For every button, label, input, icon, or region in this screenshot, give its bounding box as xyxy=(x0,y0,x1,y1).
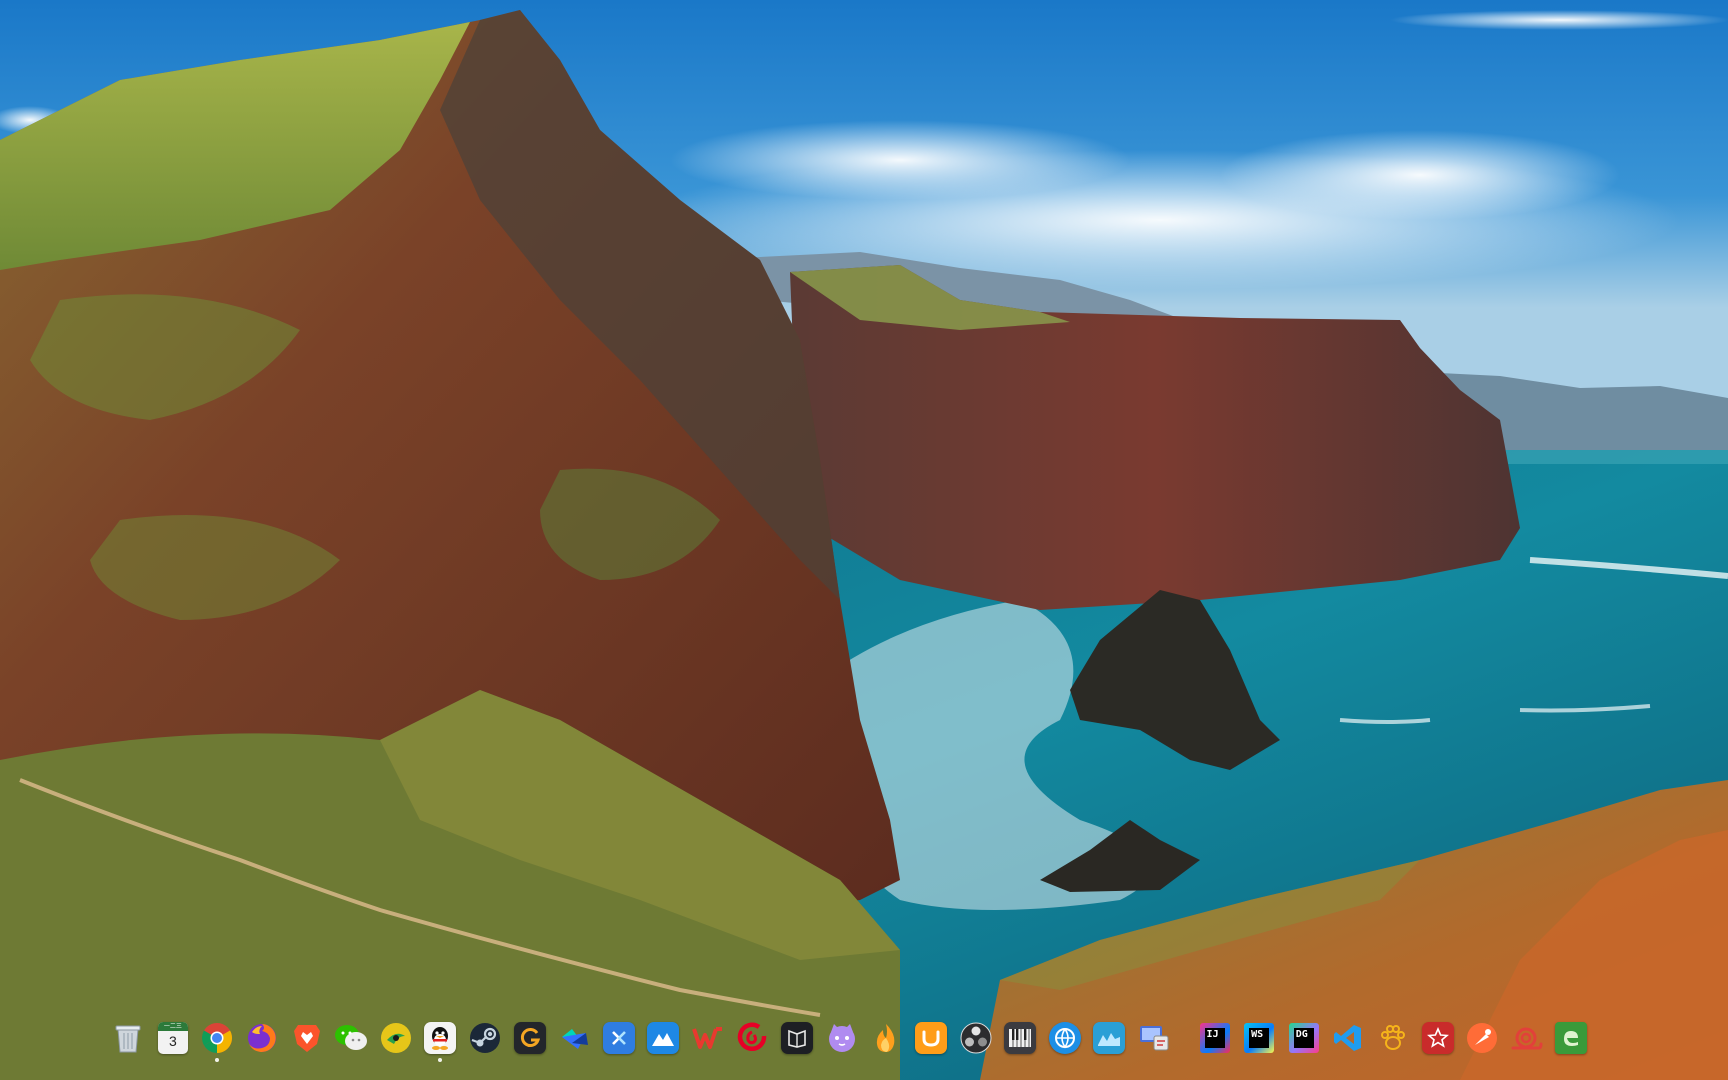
dock-item-netease-music[interactable] xyxy=(730,1016,775,1060)
dock-item-remote-desktop[interactable] xyxy=(597,1016,642,1060)
browser-globe-icon xyxy=(1048,1021,1082,1055)
dock-item-vscode[interactable] xyxy=(1326,1016,1371,1060)
dock-item-brave[interactable] xyxy=(284,1016,329,1060)
postman-icon xyxy=(1465,1021,1499,1055)
dock: 一二三 3 IJ WS DG xyxy=(106,1015,1594,1062)
dock-item-keyboard-piano[interactable] xyxy=(998,1016,1043,1060)
book-reader-icon xyxy=(780,1021,814,1055)
dock-item-book-reader[interactable] xyxy=(775,1016,820,1060)
dock-item-browser-globe[interactable] xyxy=(1042,1016,1087,1060)
cat-app-icon xyxy=(825,1021,859,1055)
orange-app-icon xyxy=(914,1021,948,1055)
wps-office-icon xyxy=(691,1021,725,1055)
dock-item-qq[interactable] xyxy=(418,1016,463,1062)
flame-app-icon xyxy=(869,1021,903,1055)
dock-item-wps-office[interactable] xyxy=(686,1016,731,1060)
dock-item-flame-app[interactable] xyxy=(864,1016,909,1060)
dock-item-steam[interactable] xyxy=(463,1016,508,1060)
calendar-day-label: 3 xyxy=(168,1033,177,1049)
dock-item-calendar[interactable]: 一二三 3 xyxy=(151,1016,196,1060)
vscode-icon xyxy=(1331,1021,1365,1055)
grammarly-icon xyxy=(513,1021,547,1055)
wechat-icon xyxy=(334,1021,368,1055)
paw-app-icon xyxy=(1376,1021,1410,1055)
calendar-month-label: 一二三 xyxy=(157,1022,188,1031)
dock-item-system-monitor[interactable] xyxy=(1087,1016,1132,1060)
dock-item-mountain-app[interactable] xyxy=(641,1016,686,1060)
dock-separator xyxy=(1176,1016,1192,1060)
mountain-app-icon xyxy=(646,1021,680,1055)
trash-icon xyxy=(111,1021,145,1055)
dock-item-cat-app[interactable] xyxy=(820,1016,865,1060)
netease-music-icon xyxy=(736,1021,770,1055)
dock-item-postman[interactable] xyxy=(1460,1016,1505,1060)
feishu-icon xyxy=(557,1021,591,1055)
intellij-idea-badge: IJ xyxy=(1204,1028,1225,1048)
dock-item-trash[interactable] xyxy=(106,1016,151,1060)
dock-item-orange-app[interactable] xyxy=(909,1016,954,1060)
snail-app-icon xyxy=(1510,1021,1544,1055)
dock-item-datagrip[interactable]: DG xyxy=(1281,1016,1326,1060)
dock-item-star-app[interactable] xyxy=(1415,1016,1460,1060)
datagrip-icon: DG xyxy=(1288,1023,1319,1053)
dock-item-paw-app[interactable] xyxy=(1371,1016,1416,1060)
dock-item-grammarly[interactable] xyxy=(507,1016,552,1060)
dock-item-intellij-idea[interactable]: IJ xyxy=(1192,1016,1237,1060)
dock-item-obs[interactable] xyxy=(953,1016,998,1060)
dock-item-edge[interactable] xyxy=(1549,1016,1594,1060)
steam-icon xyxy=(468,1021,502,1055)
webstorm-icon: WS xyxy=(1244,1023,1275,1053)
desktop-wallpaper xyxy=(0,0,1728,1080)
dock-item-wechat[interactable] xyxy=(329,1016,374,1060)
star-app-icon xyxy=(1421,1021,1455,1055)
intellij-idea-icon: IJ xyxy=(1199,1023,1230,1053)
dock-item-chrome[interactable] xyxy=(195,1016,240,1062)
chrome-icon xyxy=(200,1021,234,1055)
dock-item-feishu[interactable] xyxy=(552,1016,597,1060)
calendar-icon: 一二三 3 xyxy=(157,1022,188,1054)
music-player-icon xyxy=(379,1021,413,1055)
dock-item-snail-app[interactable] xyxy=(1504,1016,1549,1060)
keyboard-piano-icon xyxy=(1003,1021,1037,1055)
webstorm-badge: WS xyxy=(1249,1028,1270,1048)
remote-desktop-icon xyxy=(602,1021,636,1055)
brave-icon xyxy=(290,1021,324,1055)
display-settings-icon xyxy=(1137,1021,1171,1055)
datagrip-badge: DG xyxy=(1293,1028,1314,1048)
dock-item-music-player[interactable] xyxy=(374,1016,419,1060)
qq-icon xyxy=(423,1021,457,1055)
dock-item-firefox[interactable] xyxy=(240,1016,285,1060)
dock-item-webstorm[interactable]: WS xyxy=(1237,1016,1282,1060)
obs-icon xyxy=(959,1021,993,1055)
system-monitor-icon xyxy=(1092,1021,1126,1055)
edge-icon xyxy=(1554,1021,1588,1055)
firefox-icon xyxy=(245,1021,279,1055)
dock-item-display-settings[interactable] xyxy=(1132,1016,1177,1060)
